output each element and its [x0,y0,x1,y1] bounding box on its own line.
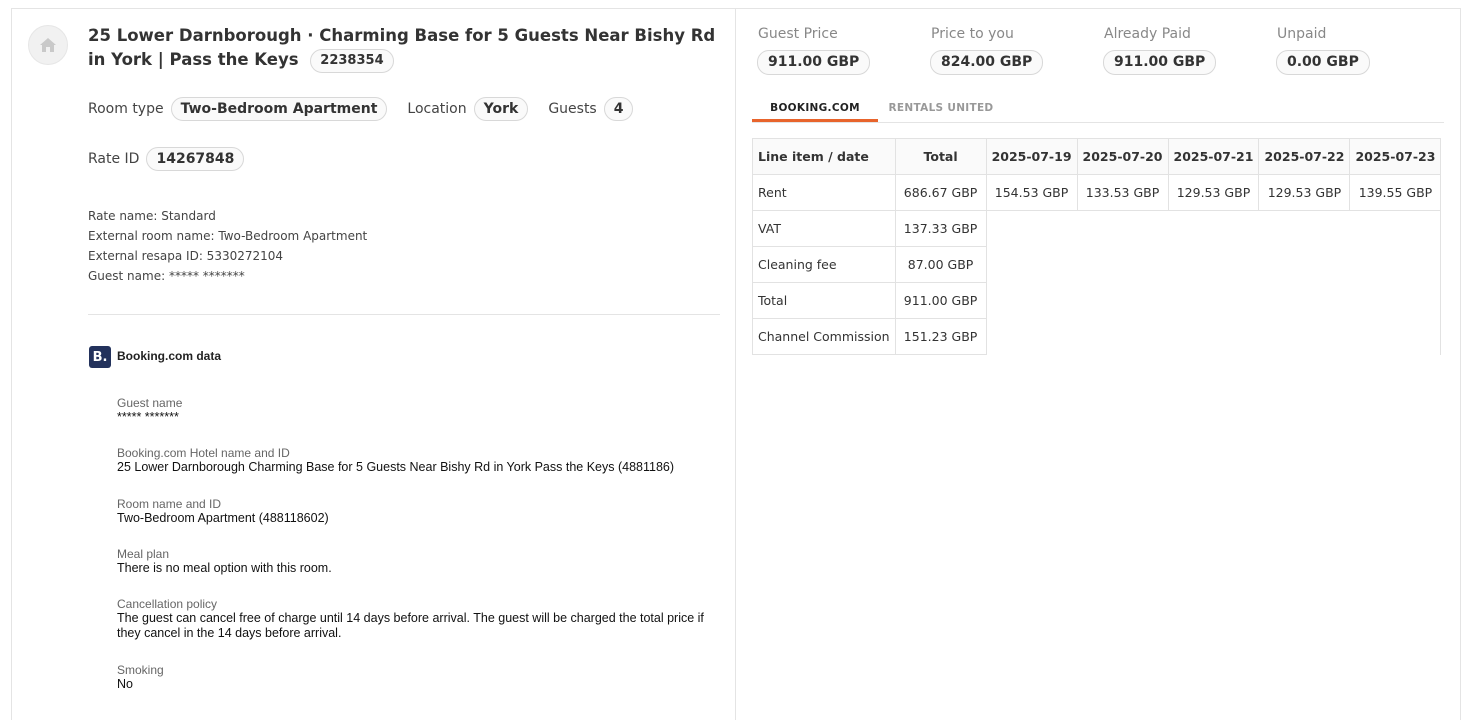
meta-guest-name: Guest name: ***** ******* [88,269,245,283]
day-value: 139.55 GBP [1349,174,1442,211]
tab-booking-com[interactable]: BOOKING.COM [752,96,878,122]
price-label: Already Paid [1104,26,1191,42]
field-label: Guest name [117,396,183,410]
row-total: 137.33 GBP [894,210,987,247]
field-value: 25 Lower Darnborough Charming Base for 5… [117,460,675,474]
price-label: Unpaid [1277,26,1327,42]
section-divider [88,314,720,315]
price-value: 824.00 GBP [930,50,1044,75]
day-value: 129.53 GBP [1167,174,1260,211]
tab-rentals-united[interactable]: RENTALS UNITED [878,96,1004,122]
room-type-label: Room type [88,101,164,117]
listing-title: 25 Lower Darnborough · Charming Base for… [88,26,716,69]
field-value: No [117,677,133,691]
field-smoking: Smoking No [117,663,727,692]
price-breakdown-table: Line item / date Total 2025-07-19 2025-0… [752,138,1442,355]
listing-attributes: Room type Two-Bedroom Apartment Location… [88,97,653,121]
row-label: Channel Commission [752,318,896,355]
field-label: Smoking [117,663,164,677]
listing-id-badge: 2238354 [310,48,394,73]
header-date: 2025-07-22 [1258,138,1351,175]
header-date: 2025-07-23 [1349,138,1442,175]
row-label: Rent [752,174,896,211]
location-label: Location [407,101,467,117]
header-line-item: Line item / date [752,138,896,175]
price-value: 0.00 GBP [1276,50,1370,75]
header-date: 2025-07-20 [1076,138,1169,175]
meta-external-resapa-id: External resapa ID: 5330272104 [88,249,284,263]
price-already-paid: Already Paid 911.00 GBP [1103,26,1217,75]
header-date: 2025-07-21 [1167,138,1260,175]
day-value: 154.53 GBP [985,174,1078,211]
table-row-rent: Rent 686.67 GBP 154.53 GBP 133.53 GBP 12… [752,174,1442,211]
row-label: Cleaning fee [752,246,896,283]
price-guest: Guest Price 911.00 GBP [757,26,871,75]
price-label: Guest Price [758,26,838,42]
field-value: ***** ******* [117,410,179,424]
property-avatar [28,25,68,65]
field-hotel-name: Booking.com Hotel name and ID 25 Lower D… [117,446,727,475]
guests-badge: 4 [603,97,634,121]
row-total: 151.23 GBP [894,318,987,355]
location-badge: York [473,97,529,121]
row-label: Total [752,282,896,319]
price-unpaid: Unpaid 0.00 GBP [1276,26,1370,75]
field-meal-plan: Meal plan There is no meal option with t… [117,547,727,576]
field-label: Room name and ID [117,497,222,511]
listing-title-block: 25 Lower Darnborough · Charming Base for… [88,24,720,73]
home-icon [40,38,56,52]
header-date: 2025-07-19 [985,138,1078,175]
price-to-you: Price to you 824.00 GBP [930,26,1044,75]
meta-rate-name: Rate name: Standard [88,209,216,223]
channel-tabs: BOOKING.COM RENTALS UNITED [752,96,1444,123]
field-guest-name: Guest name ***** ******* [117,396,727,425]
rate-meta: Rate name: Standard External room name: … [88,206,367,286]
field-cancellation-policy: Cancellation policy The guest can cancel… [117,597,722,641]
empty-day-area [986,210,1442,355]
field-label: Booking.com Hotel name and ID [117,446,290,460]
row-total: 87.00 GBP [894,246,987,283]
price-value: 911.00 GBP [757,50,871,75]
day-value: 133.53 GBP [1076,174,1169,211]
day-value: 129.53 GBP [1258,174,1351,211]
booking-logo-icon: B. [89,346,111,368]
field-label: Meal plan [117,547,170,561]
price-value: 911.00 GBP [1103,50,1217,75]
table-row-vat: VAT 137.33 GBP [752,210,1442,355]
room-type-badge: Two-Bedroom Apartment [170,97,388,121]
rate-id-label: Rate ID [88,151,140,167]
field-room-name: Room name and ID Two-Bedroom Apartment (… [117,497,727,526]
rate-id-row: Rate ID 14267848 [88,147,264,171]
booking-data-title: Booking.com data [117,349,222,363]
field-value: Two-Bedroom Apartment (488118602) [117,511,329,525]
row-label: VAT [752,210,896,247]
field-value: There is no meal option with this room. [117,561,332,575]
meta-external-room-name: External room name: Two-Bedroom Apartmen… [88,229,368,243]
price-label: Price to you [931,26,1014,42]
table-header-row: Line item / date Total 2025-07-19 2025-0… [752,138,1442,175]
rate-id-badge: 14267848 [146,147,245,171]
row-total: 686.67 GBP [894,174,987,211]
header-total: Total [894,138,987,175]
guests-label: Guests [548,101,597,117]
field-value: The guest can cancel free of charge unti… [117,611,704,640]
field-label: Cancellation policy [117,597,218,611]
panel-divider [735,8,736,720]
row-total: 911.00 GBP [894,282,987,319]
